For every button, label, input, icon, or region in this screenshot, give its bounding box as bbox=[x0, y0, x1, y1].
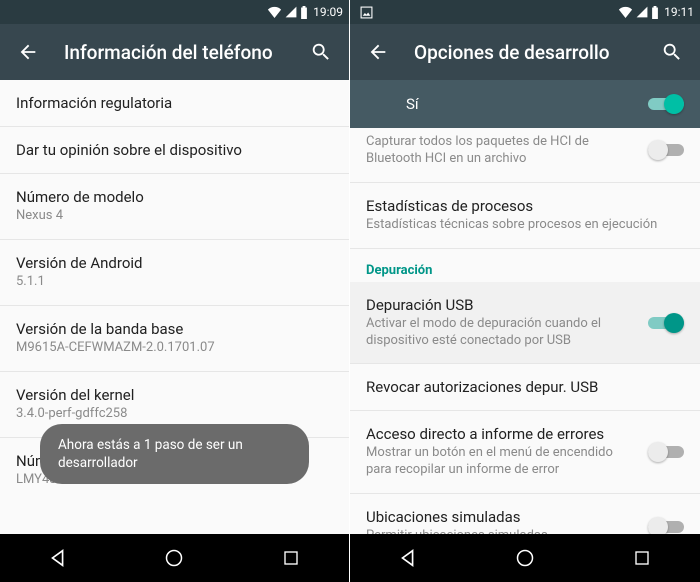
master-switch-row[interactable]: Sí bbox=[350, 80, 700, 128]
row-label: Acceso directo a informe de errores bbox=[366, 425, 636, 443]
toggle-bt-hci[interactable] bbox=[648, 140, 684, 160]
row-revoke-usb[interactable]: Revocar autorizaciones depur. USB bbox=[350, 364, 700, 411]
row-baseband[interactable]: Versión de la banda base M9615A-CEFWMAZM… bbox=[0, 306, 349, 372]
battery-icon bbox=[300, 6, 308, 19]
row-model[interactable]: Número de modelo Nexus 4 bbox=[0, 174, 349, 240]
wifi-icon bbox=[618, 6, 633, 18]
master-switch-label: Sí bbox=[406, 95, 419, 113]
signal-icon bbox=[636, 6, 648, 18]
search-button[interactable] bbox=[301, 32, 341, 72]
nav-back[interactable] bbox=[28, 534, 88, 582]
row-regulatory[interactable]: Información regulatoria bbox=[0, 80, 349, 127]
phone-left: 19:09 Información del teléfono Informaci… bbox=[0, 0, 350, 582]
settings-list: Capturar todos los paquetes de HCI de Bl… bbox=[350, 128, 700, 534]
wifi-icon bbox=[267, 6, 282, 18]
row-label: Número de modelo bbox=[16, 188, 333, 206]
row-label: Versión de la banda base bbox=[16, 320, 333, 338]
row-usb-debugging[interactable]: Depuración USB Activar el modo de depura… bbox=[350, 282, 700, 365]
row-label: Información regulatoria bbox=[16, 94, 333, 112]
nav-recents[interactable] bbox=[612, 534, 672, 582]
signal-icon bbox=[285, 6, 297, 18]
row-bt-hci[interactable]: Capturar todos los paquetes de HCI de Bl… bbox=[350, 128, 700, 183]
master-toggle[interactable] bbox=[648, 94, 684, 114]
page-title: Opciones de desarrollo bbox=[398, 41, 652, 64]
row-process-stats[interactable]: Estadísticas de procesos Estadísticas té… bbox=[350, 183, 700, 249]
row-value: 5.1.1 bbox=[16, 274, 333, 291]
row-feedback[interactable]: Dar tu opinión sobre el dispositivo bbox=[0, 127, 349, 174]
row-label: Revocar autorizaciones depur. USB bbox=[366, 378, 684, 396]
section-header-debugging: Depuración bbox=[350, 249, 700, 282]
row-subtext: Estadísticas técnicas sobre procesos en … bbox=[366, 217, 684, 234]
back-button[interactable] bbox=[8, 32, 48, 72]
nav-back[interactable] bbox=[378, 534, 438, 582]
row-label: Versión de Android bbox=[16, 254, 333, 272]
battery-icon bbox=[651, 6, 659, 19]
row-subtext: Activar el modo de depuración cuando el … bbox=[366, 316, 636, 350]
row-subtext: Capturar todos los paquetes de HCI de Bl… bbox=[366, 134, 636, 168]
nav-home[interactable] bbox=[495, 534, 555, 582]
row-value: 3.4.0-perf-gdffc258 bbox=[16, 406, 333, 423]
toast: Ahora estás a 1 paso de ser un desarroll… bbox=[40, 424, 309, 484]
nav-bar bbox=[350, 534, 700, 582]
status-bar: 19:09 bbox=[0, 0, 349, 24]
row-label: Ubicaciones simuladas bbox=[366, 508, 636, 526]
row-label: Versión del kernel bbox=[16, 386, 333, 404]
status-bar: 19:11 bbox=[350, 0, 700, 24]
image-icon bbox=[360, 6, 373, 19]
status-time: 19:09 bbox=[313, 5, 343, 19]
status-time: 19:11 bbox=[664, 5, 694, 19]
row-value: Nexus 4 bbox=[16, 208, 333, 225]
toggle-usb-debugging[interactable] bbox=[648, 313, 684, 333]
row-mock-locations[interactable]: Ubicaciones simuladas Permitir ubicacion… bbox=[350, 494, 700, 534]
app-bar: Opciones de desarrollo bbox=[350, 24, 700, 80]
row-label: Depuración USB bbox=[366, 296, 636, 314]
row-label: Dar tu opinión sobre el dispositivo bbox=[16, 141, 333, 159]
toggle-mock-locations[interactable] bbox=[648, 517, 684, 534]
row-label: Estadísticas de procesos bbox=[366, 197, 684, 215]
app-bar: Información del teléfono bbox=[0, 24, 349, 80]
nav-home[interactable] bbox=[144, 534, 204, 582]
nav-recents[interactable] bbox=[261, 534, 321, 582]
row-subtext: Mostrar un botón en el menú de encendido… bbox=[366, 445, 636, 479]
phone-right: 19:11 Opciones de desarrollo Sí Capturar… bbox=[350, 0, 700, 582]
nav-bar bbox=[0, 534, 349, 582]
row-bugreport-shortcut[interactable]: Acceso directo a informe de errores Most… bbox=[350, 411, 700, 494]
row-value: M9615A-CEFWMAZM-2.0.1701.07 bbox=[16, 340, 333, 357]
back-button[interactable] bbox=[358, 32, 398, 72]
row-android-version[interactable]: Versión de Android 5.1.1 bbox=[0, 240, 349, 306]
search-button[interactable] bbox=[652, 32, 692, 72]
page-title: Información del teléfono bbox=[48, 41, 301, 64]
toggle-bugreport[interactable] bbox=[648, 442, 684, 462]
